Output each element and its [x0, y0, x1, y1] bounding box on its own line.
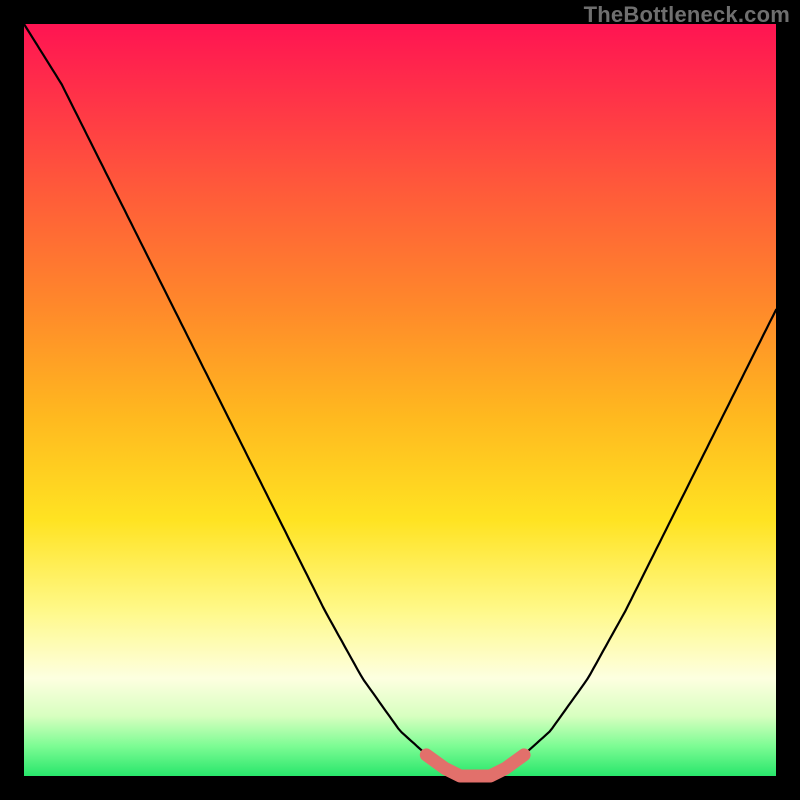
plot-area	[24, 24, 776, 776]
chart-svg	[24, 24, 776, 776]
valley-highlight-path	[426, 755, 524, 776]
chart-frame: TheBottleneck.com	[0, 0, 800, 800]
bottleneck-curve-path	[24, 24, 776, 776]
